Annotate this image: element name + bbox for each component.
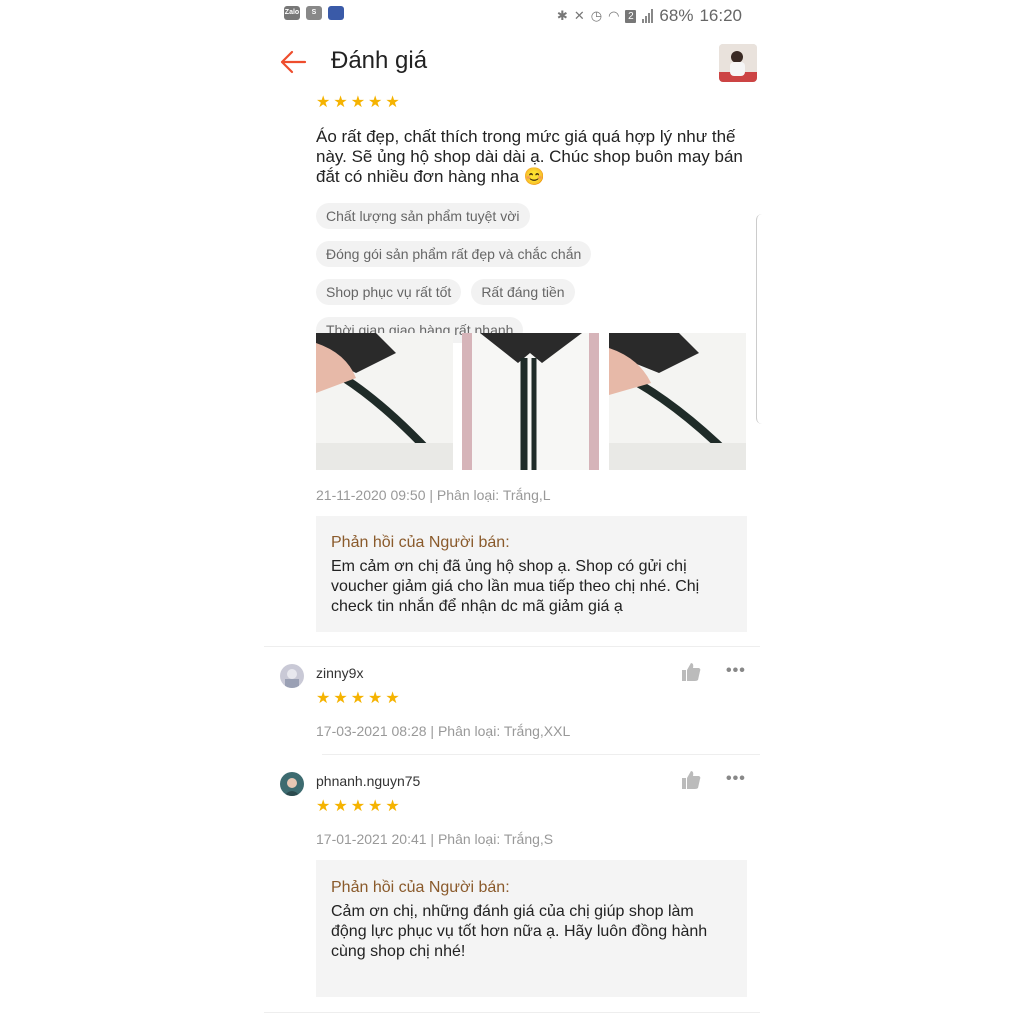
back-arrow-icon[interactable]	[279, 48, 307, 76]
review-photo[interactable]	[609, 333, 746, 470]
star-icon: ★	[350, 94, 366, 111]
product-thumbnail[interactable]	[719, 44, 757, 82]
review-tag: Shop phục vụ rất tốt	[316, 279, 462, 305]
scrollbar[interactable]	[756, 214, 765, 424]
star-icon: ★	[333, 690, 348, 707]
star-icon: ★	[385, 690, 400, 707]
rating-stars: ★ ★ ★ ★ ★	[316, 799, 400, 815]
divider	[264, 646, 760, 647]
star-icon: ★	[333, 798, 348, 815]
reviewer-name: zinny9x	[316, 665, 364, 681]
battery-text: 68%	[659, 6, 694, 25]
star-icon: ★	[316, 798, 331, 815]
signal-icon	[642, 9, 654, 23]
star-icon: ★	[316, 690, 331, 707]
alarm-icon: ◷	[590, 8, 603, 23]
status-bar-right: ✱ ✕ ◷ ◠ 2 68% 16:20	[510, 6, 742, 26]
rating-stars: ★ ★ ★ ★ ★	[316, 691, 400, 707]
star-icon: ★	[350, 798, 366, 815]
star-icon: ★	[316, 94, 331, 111]
star-icon: ★	[385, 798, 400, 815]
divider	[264, 1012, 760, 1013]
sim-badge: 2	[625, 9, 637, 23]
seller-reply-text: Cảm ơn chị, những đánh giá của chị giúp …	[331, 903, 708, 960]
like-icon[interactable]	[681, 770, 701, 790]
review-photo[interactable]	[316, 333, 453, 470]
seller-reply: Phản hồi của Người bán: Cảm ơn chị, nhữn…	[316, 860, 747, 997]
seller-reply-title: Phản hồi của Người bán:	[331, 534, 510, 551]
page-title: Đánh giá	[331, 47, 428, 74]
review-photo[interactable]	[462, 333, 599, 470]
shopee-icon: S	[306, 6, 322, 20]
seller-reply: Phản hồi của Người bán: Em cảm ơn chị đã…	[316, 516, 747, 632]
star-icon: ★	[350, 690, 366, 707]
status-bar-left: Zalo S	[284, 6, 344, 20]
review-tag: Đóng gói sản phẩm rất đẹp và chắc chắn	[316, 241, 592, 267]
divider	[322, 754, 760, 755]
star-icon: ★	[368, 94, 383, 111]
more-options-icon[interactable]: •••	[726, 662, 746, 680]
star-icon: ★	[333, 94, 348, 111]
shield-icon	[328, 6, 344, 20]
seller-reply-text: Em cảm ơn chị đã ủng hộ shop ạ. Shop có …	[331, 558, 700, 615]
mute-icon: ✕	[573, 8, 585, 23]
star-icon: ★	[368, 798, 383, 815]
like-icon[interactable]	[681, 662, 701, 682]
avatar[interactable]	[280, 664, 304, 688]
clock-text: 16:20	[699, 6, 742, 25]
review-tag: Chất lượng sản phẩm tuyệt vời	[316, 203, 530, 229]
seller-reply-title: Phản hồi của Người bán:	[331, 879, 510, 896]
more-options-icon[interactable]: •••	[726, 770, 746, 788]
review-tags: Chất lượng sản phẩm tuyệt vời Đóng gói s…	[316, 203, 756, 343]
star-icon: ★	[368, 690, 383, 707]
zalo-icon: Zalo	[284, 6, 300, 20]
star-icon: ★	[385, 94, 400, 111]
reviewer-name: phnanh.nguyn75	[316, 773, 421, 789]
review-meta: 17-03-2021 08:28 | Phân loại: Trắng,XXL	[316, 723, 571, 739]
wifi-icon: ◠	[608, 8, 620, 23]
review-text: Áo rất đẹp, chất thích trong mức giá quá…	[316, 127, 743, 186]
review-meta: 21-11-2020 09:50 | Phân loại: Trắng,L	[316, 487, 551, 503]
avatar[interactable]	[280, 772, 304, 796]
review-tag: Rất đáng tiền	[471, 279, 575, 305]
bluetooth-icon: ✱	[556, 8, 568, 23]
rating-stars: ★ ★ ★ ★ ★	[316, 95, 400, 111]
review-meta: 17-01-2021 20:41 | Phân loại: Trắng,S	[316, 831, 554, 847]
